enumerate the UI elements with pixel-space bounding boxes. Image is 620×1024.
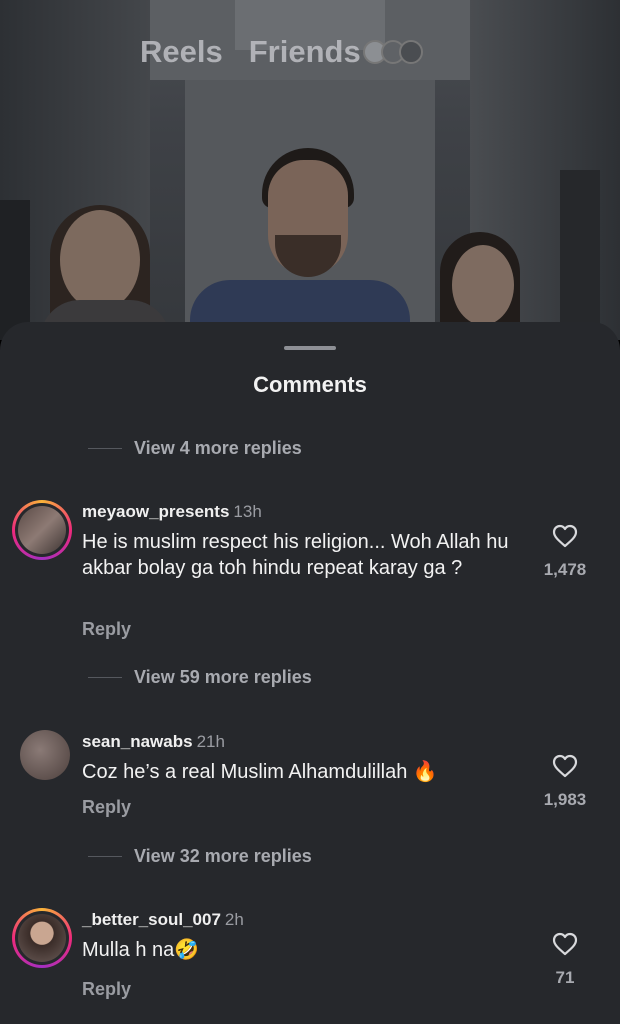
replies-divider [88,448,122,449]
comment-username[interactable]: meyaow_presents [82,502,229,521]
avatar-image [18,506,66,554]
heart-outline-icon [552,524,578,548]
view-replies-label: View 4 more replies [134,438,302,458]
comment-time: 2h [224,910,244,929]
view-more-replies-button[interactable]: View 32 more replies [88,846,312,867]
comment-meta: sean_nawabs 21h [82,732,225,752]
like-count: 71 [555,968,575,987]
comments-sheet: Comments View 4 more replies meyaow_pres… [0,322,620,1024]
avatar[interactable] [12,908,72,968]
friend-avatar [398,40,423,64]
sheet-grabber[interactable] [284,346,336,350]
comment-username[interactable]: sean_nawabs [82,732,193,751]
view-replies-label: View 32 more replies [134,846,312,866]
reply-button[interactable]: Reply [82,619,131,640]
comment-text: Mulla h na🤣 [82,939,200,961]
comment-time: 21h [196,732,225,751]
view-more-replies-button[interactable]: View 4 more replies [88,438,302,459]
view-more-replies-button[interactable]: View 59 more replies [88,667,312,688]
comment-text: He is muslim respect his religion... Woh… [82,531,509,579]
avatar-image [18,914,66,962]
avatar[interactable] [12,500,72,560]
heart-outline-icon [552,932,578,956]
reels-top-tabs: Reels Friends [140,34,423,70]
friends-avatars[interactable] [362,40,423,64]
comment-meta: _better_soul_007 2h [82,910,244,930]
like-button[interactable]: 1,478 [530,524,600,580]
comment-time: 13h [233,502,262,521]
like-count: 1,478 [543,560,587,579]
like-button[interactable]: 1,983 [530,754,600,810]
like-count: 1,983 [543,790,587,809]
avatar[interactable] [20,730,70,780]
comment-meta: meyaow_presents 13h [82,502,262,522]
reel-video[interactable]: Reels Friends [0,0,620,340]
tab-friends[interactable]: Friends [249,34,361,70]
tab-reels[interactable]: Reels [140,34,223,70]
video-door-left [0,200,30,340]
reply-button[interactable]: Reply [82,979,131,1000]
reply-button[interactable]: Reply [82,797,131,818]
view-replies-label: View 59 more replies [134,667,312,687]
sheet-title: Comments [253,372,367,397]
like-button[interactable]: 71 [530,932,600,988]
video-door-right [560,170,600,340]
replies-divider [88,856,122,857]
comment-username[interactable]: _better_soul_007 [82,910,221,929]
comment-text: Coz he’s a real Muslim Alhamdulillah 🔥 [82,761,438,783]
heart-outline-icon [552,754,578,778]
replies-divider [88,677,122,678]
